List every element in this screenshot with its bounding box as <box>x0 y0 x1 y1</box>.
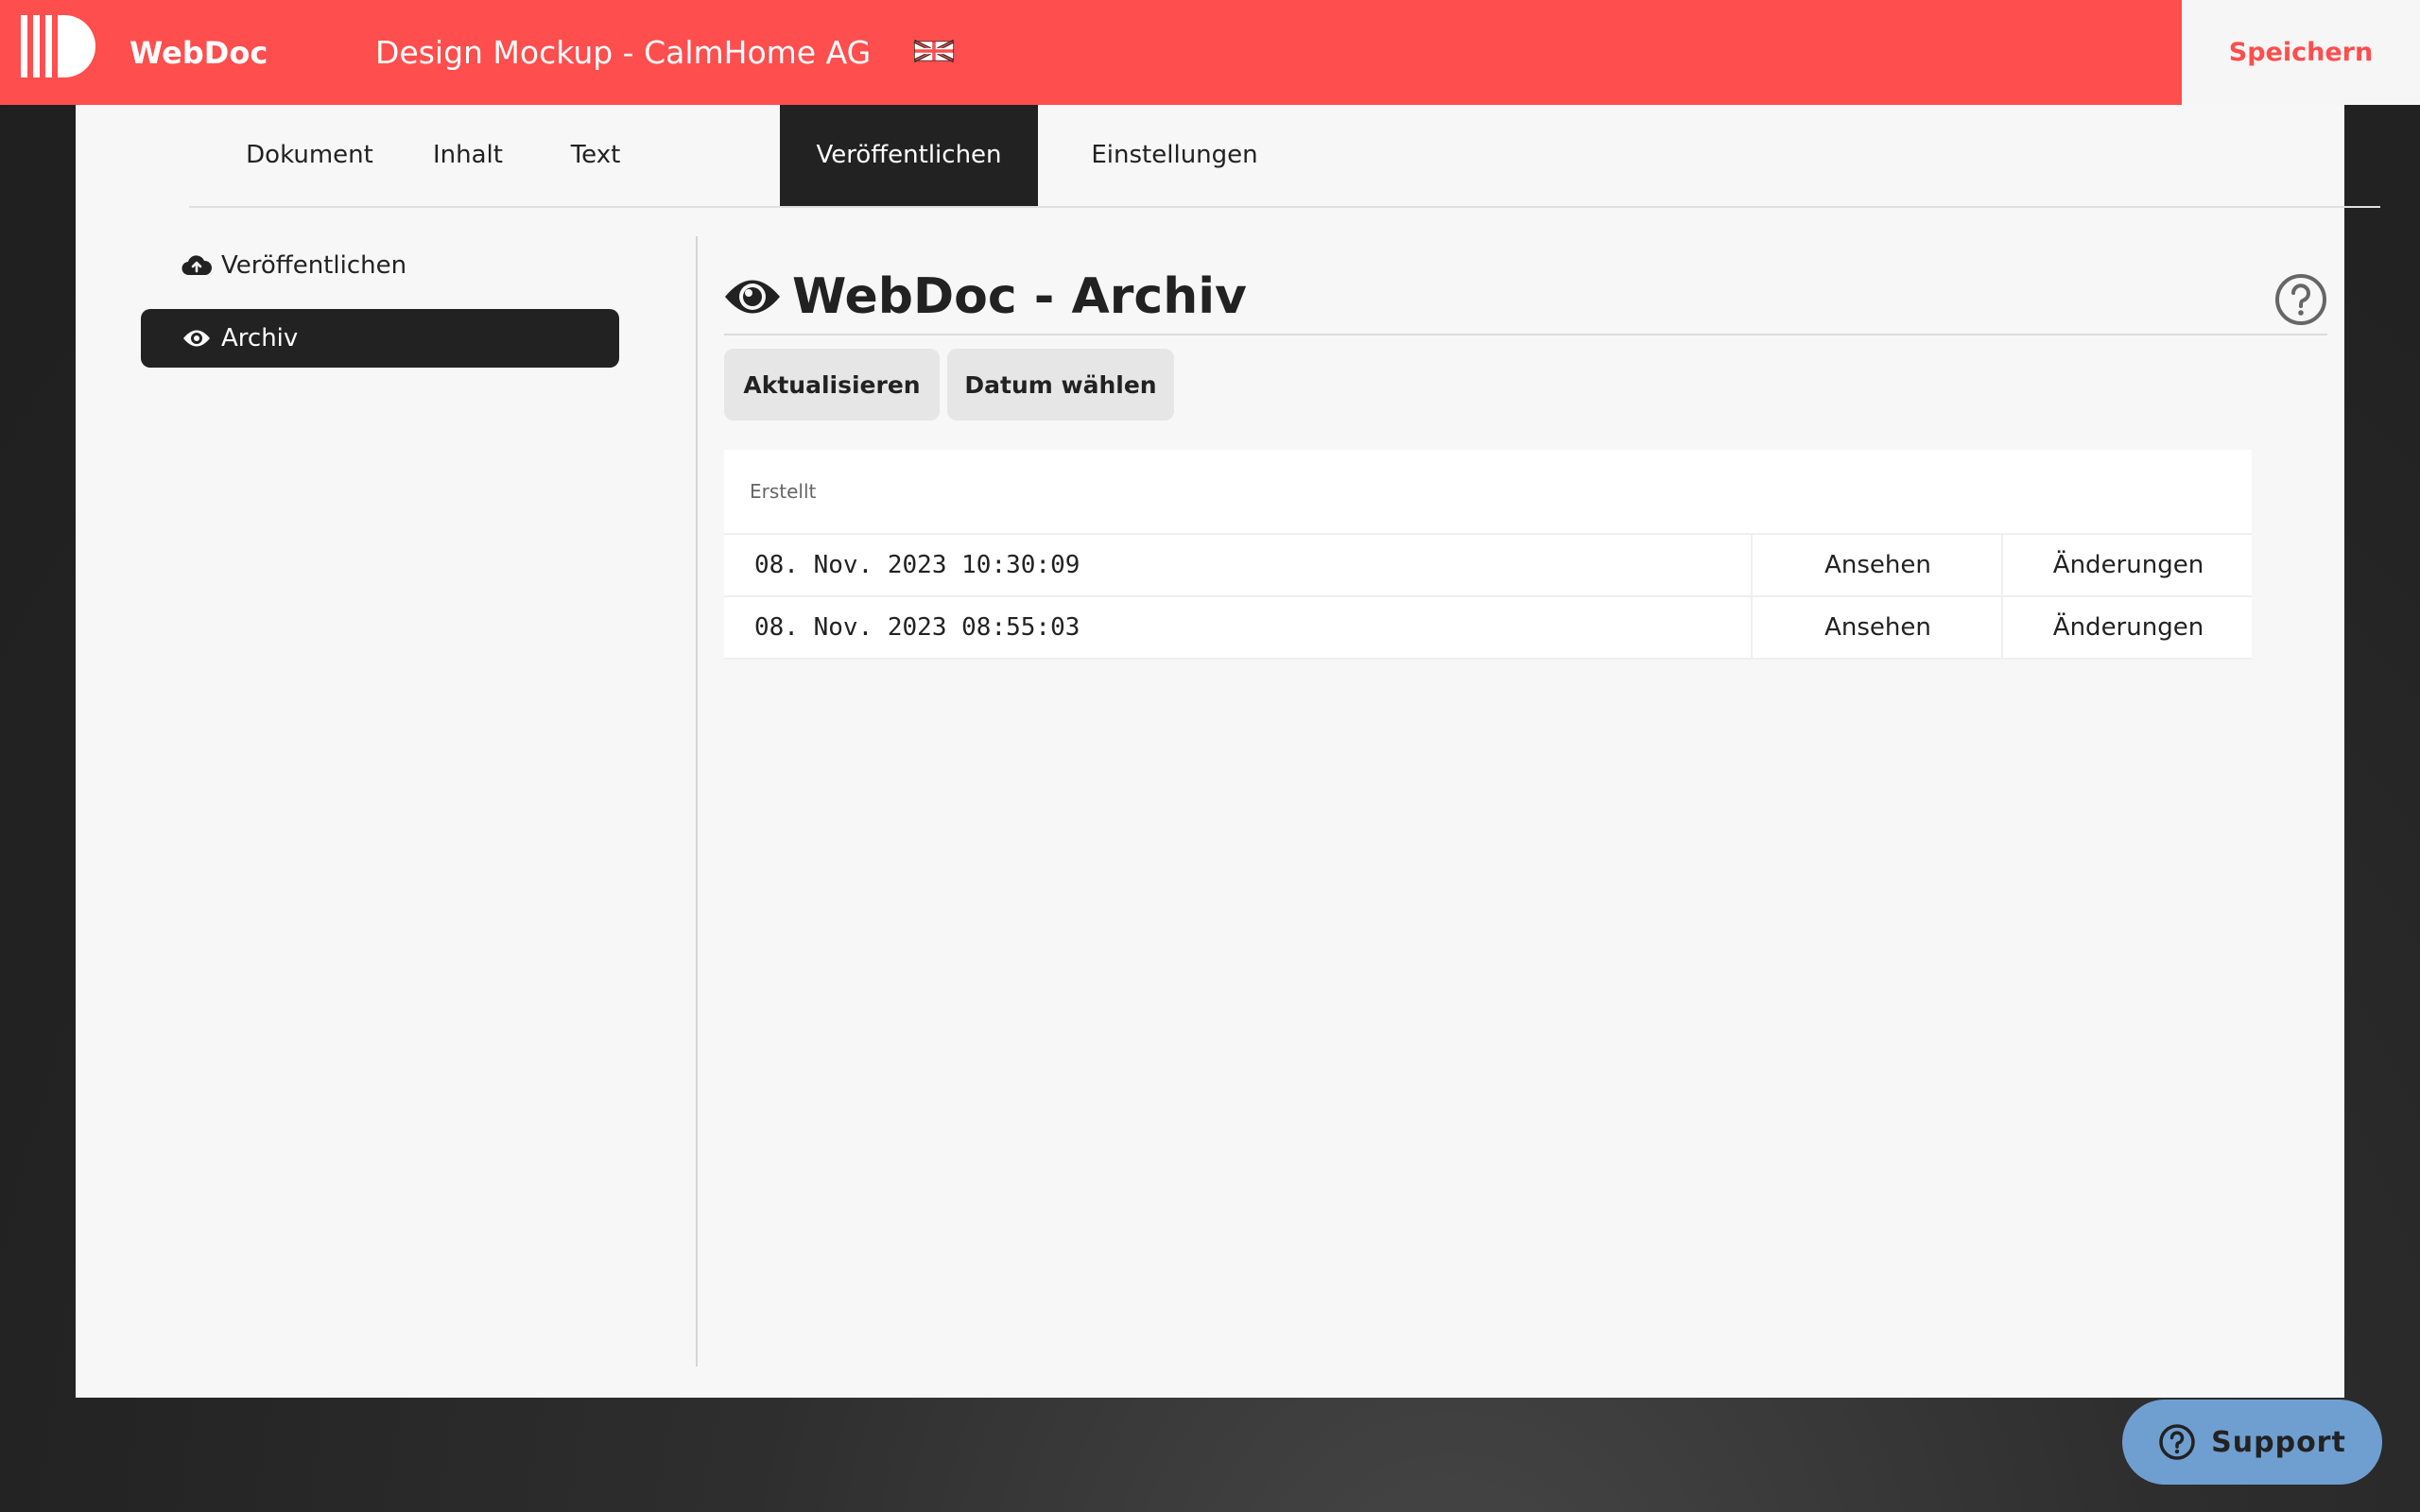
sidebar-item-veroeffentlichen[interactable]: Veröffentlichen <box>141 236 619 295</box>
refresh-button[interactable]: Aktualisieren <box>724 349 940 421</box>
save-button[interactable]: Speichern <box>2182 0 2420 105</box>
choose-date-button[interactable]: Datum wählen <box>947 349 1174 421</box>
document-title: Design Mockup - CalmHome AG <box>375 34 872 71</box>
help-circle-icon[interactable] <box>2274 273 2327 326</box>
content-header: WebDoc - Archiv <box>724 260 2327 335</box>
cloud-upload-icon <box>182 250 212 281</box>
main-panel: Dokument Inhalt Text Veröffentlichen Ein… <box>76 105 2380 1398</box>
support-label: Support <box>2211 1425 2346 1459</box>
tab-bar: Dokument Inhalt Text Veröffentlichen Ein… <box>189 105 2380 208</box>
sidebar-item-archiv[interactable]: Archiv <box>141 309 619 368</box>
sidebar-item-label: Veröffentlichen <box>221 251 407 280</box>
webdoc-logo-icon <box>21 15 95 77</box>
view-button[interactable]: Ansehen <box>1751 597 2003 658</box>
tab-veroeffentlichen[interactable]: Veröffentlichen <box>780 105 1038 206</box>
support-button[interactable]: Support <box>2122 1400 2382 1485</box>
brand-name: WebDoc <box>130 35 268 71</box>
table-row: 08. Nov. 2023 08:55:03 Ansehen Änderunge… <box>724 597 2252 660</box>
view-button[interactable]: Ansehen <box>1751 535 2003 595</box>
column-header-erstellt: Erstellt <box>724 450 2252 535</box>
table-row: 08. Nov. 2023 10:30:09 Ansehen Änderunge… <box>724 535 2252 597</box>
sidebar-item-label: Archiv <box>221 324 299 352</box>
eye-icon <box>725 280 780 314</box>
uk-flag-icon[interactable] <box>914 37 954 65</box>
question-circle-icon <box>2159 1424 2195 1460</box>
changes-button[interactable]: Änderungen <box>2001 597 2254 658</box>
tab-text[interactable]: Text <box>548 105 643 206</box>
archive-table: Erstellt 08. Nov. 2023 10:30:09 Ansehen … <box>724 450 2252 660</box>
page-title: WebDoc - Archiv <box>792 268 1247 325</box>
tab-dokument[interactable]: Dokument <box>222 105 397 206</box>
tab-inhalt[interactable]: Inhalt <box>411 105 525 206</box>
eye-icon <box>182 323 212 353</box>
tab-einstellungen[interactable]: Einstellungen <box>1068 105 1281 206</box>
sidebar-divider <box>696 236 698 1366</box>
top-bar: WebDoc Design Mockup - CalmHome AG Speic… <box>0 0 2420 105</box>
row-date: 08. Nov. 2023 08:55:03 <box>754 613 1080 642</box>
row-date: 08. Nov. 2023 10:30:09 <box>754 551 1080 579</box>
changes-button[interactable]: Änderungen <box>2001 535 2254 595</box>
